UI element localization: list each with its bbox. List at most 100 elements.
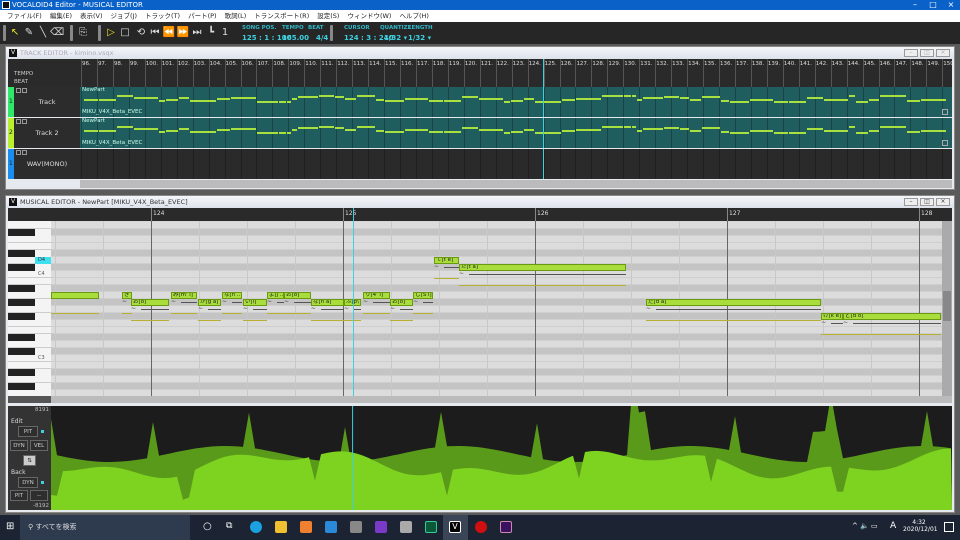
- pencil-tool-icon[interactable]: ✎: [22, 22, 36, 44]
- note[interactable]: ど[d o]: [842, 313, 941, 320]
- menu-item[interactable]: 編集(E): [46, 10, 76, 22]
- mute-button[interactable]: [16, 150, 21, 155]
- track-header[interactable]: Track 2: [14, 118, 80, 148]
- solo-button[interactable]: [22, 119, 27, 124]
- menu-item[interactable]: 表示(V): [76, 10, 107, 22]
- track-ruler[interactable]: TEMPO BEAT 96. 97. 98. 99. 100. 101. 102. 103. 1…: [8, 59, 952, 87]
- white-key[interactable]: [8, 292, 51, 299]
- audition-icon[interactable]: [425, 521, 437, 533]
- quantize-select[interactable]: 1/32 ▾: [384, 34, 407, 42]
- track-lane[interactable]: NewPart MIKU_V4X_Beta_EVEC: [80, 118, 952, 148]
- note[interactable]: [51, 292, 99, 299]
- piano-scroll-button[interactable]: [8, 396, 51, 403]
- black-key[interactable]: [8, 229, 35, 236]
- mute-button[interactable]: [16, 88, 21, 93]
- ime-indicator[interactable]: A: [890, 521, 896, 531]
- line-tool-icon[interactable]: ╲: [36, 22, 50, 44]
- scroll-thumb[interactable]: [943, 291, 951, 321]
- pit-button[interactable]: PIT: [10, 490, 28, 501]
- white-key[interactable]: [8, 222, 51, 229]
- track-row[interactable]: 1 Track NewPart MIKU_V4X_Beta_EVEC: [8, 87, 952, 117]
- back-param-select[interactable]: DYN: [18, 477, 38, 488]
- horizontal-scrollbar[interactable]: [80, 180, 952, 188]
- solo-button[interactable]: [22, 150, 27, 155]
- close-button[interactable]: ×: [942, 0, 960, 10]
- windows-start-icon[interactable]: ⊞: [6, 522, 14, 532]
- mute-button[interactable]: [16, 119, 21, 124]
- black-key[interactable]: [8, 285, 35, 292]
- search-box[interactable]: ⚲ すべてを検索: [20, 515, 190, 540]
- scissors-tool-icon[interactable]: ⎘: [76, 22, 90, 44]
- playhead-marker[interactable]: [352, 208, 354, 221]
- menu-item[interactable]: トランスポート(R): [250, 10, 313, 22]
- measure-ruler[interactable]: 96. 97. 98. 99. 100. 101. 102. 103. 104. 105. 106.…: [80, 59, 952, 87]
- maximize-button[interactable]: □: [924, 0, 942, 10]
- tempo-value[interactable]: 165.00: [282, 34, 309, 42]
- beat-icon[interactable]: 1: [218, 22, 232, 44]
- measure-ruler[interactable]: 124 125 126 127 128: [8, 208, 952, 221]
- vel-button[interactable]: VEL: [30, 440, 48, 451]
- notification-icon[interactable]: [944, 522, 954, 532]
- menu-item[interactable]: ウィンドウ(W): [343, 10, 395, 22]
- black-key[interactable]: [8, 250, 35, 257]
- rewind-start-icon[interactable]: ⏮: [148, 22, 162, 44]
- track-row[interactable]: 2 Track 2 NewPart MIKU_V4X_Beta_EVEC: [8, 118, 952, 148]
- length-select[interactable]: 1/32 ▾: [408, 34, 431, 42]
- tray-icons[interactable]: ^ 🔈 ▭: [852, 522, 878, 530]
- white-key[interactable]: [8, 236, 51, 243]
- white-key[interactable]: [8, 243, 51, 250]
- piano-roll[interactable]: き ∼ お[o] ∼ み[m' i] ∼ が[g a] ∼ な[n ... ∼ い[i] ∼ よ[j .…: [51, 221, 942, 396]
- minimize-button[interactable]: –: [904, 49, 918, 57]
- stop-icon[interactable]: □: [118, 22, 132, 44]
- track-header[interactable]: Track: [14, 87, 80, 117]
- swap-icon[interactable]: ⇅: [23, 455, 36, 466]
- white-key[interactable]: [8, 362, 51, 369]
- restore-button[interactable]: ◫: [920, 49, 934, 57]
- black-key[interactable]: [8, 299, 35, 306]
- track-header[interactable]: WAV(MONO): [14, 149, 80, 179]
- media-player-icon[interactable]: [300, 521, 312, 533]
- minimize-button[interactable]: –: [906, 0, 924, 10]
- menu-item[interactable]: 歌詞(L): [221, 10, 251, 22]
- loop-icon[interactable]: ⟲: [134, 22, 148, 44]
- close-button[interactable]: ×: [936, 198, 950, 206]
- app-icon[interactable]: [400, 521, 412, 533]
- restore-button[interactable]: ◫: [920, 198, 934, 206]
- beat-value[interactable]: 4/4: [316, 34, 328, 42]
- eraser-tool-icon[interactable]: ⌫: [50, 22, 64, 44]
- task-view-icon[interactable]: ⧉: [226, 521, 232, 531]
- close-button[interactable]: ×: [936, 49, 950, 57]
- rewind-icon[interactable]: ⏪: [162, 22, 176, 44]
- menu-item[interactable]: ファイル(F): [3, 10, 46, 22]
- white-key[interactable]: [8, 320, 51, 327]
- menu-item[interactable]: トラック(T): [141, 10, 184, 22]
- track-row[interactable]: 1 WAV(MONO): [8, 149, 952, 179]
- premiere-icon[interactable]: [500, 521, 512, 533]
- white-key[interactable]: [8, 376, 51, 383]
- minimize-button[interactable]: –: [904, 198, 918, 206]
- piano-keyboard[interactable]: D4 C4 C3: [8, 221, 51, 396]
- app-icon[interactable]: [325, 521, 337, 533]
- menu-item[interactable]: 設定(S): [313, 10, 343, 22]
- playhead[interactable]: [542, 59, 544, 87]
- note[interactable]: お[o]: [131, 299, 170, 306]
- white-key[interactable]: [8, 341, 51, 348]
- arrow-tool-icon[interactable]: ↖: [8, 22, 22, 44]
- visual-studio-icon[interactable]: [375, 521, 387, 533]
- solo-button[interactable]: [22, 88, 27, 93]
- black-key[interactable]: [8, 313, 35, 320]
- clock[interactable]: 4:32 2020/12/01: [903, 519, 938, 533]
- track-lane[interactable]: [80, 149, 952, 179]
- vocaloid-taskbar-item[interactable]: V: [443, 515, 468, 540]
- black-key[interactable]: [8, 369, 35, 376]
- white-key[interactable]: [8, 327, 51, 334]
- black-key[interactable]: [8, 383, 35, 390]
- toolbar-grip[interactable]: [3, 25, 6, 41]
- vertical-scrollbar[interactable]: [942, 221, 952, 396]
- play-icon[interactable]: ▷: [104, 22, 118, 44]
- black-key[interactable]: [8, 264, 35, 271]
- calculator-icon[interactable]: [350, 521, 362, 533]
- dyn-button[interactable]: DYN: [10, 440, 28, 451]
- edge-icon[interactable]: [250, 521, 262, 533]
- note[interactable]: た[t a]: [458, 264, 626, 271]
